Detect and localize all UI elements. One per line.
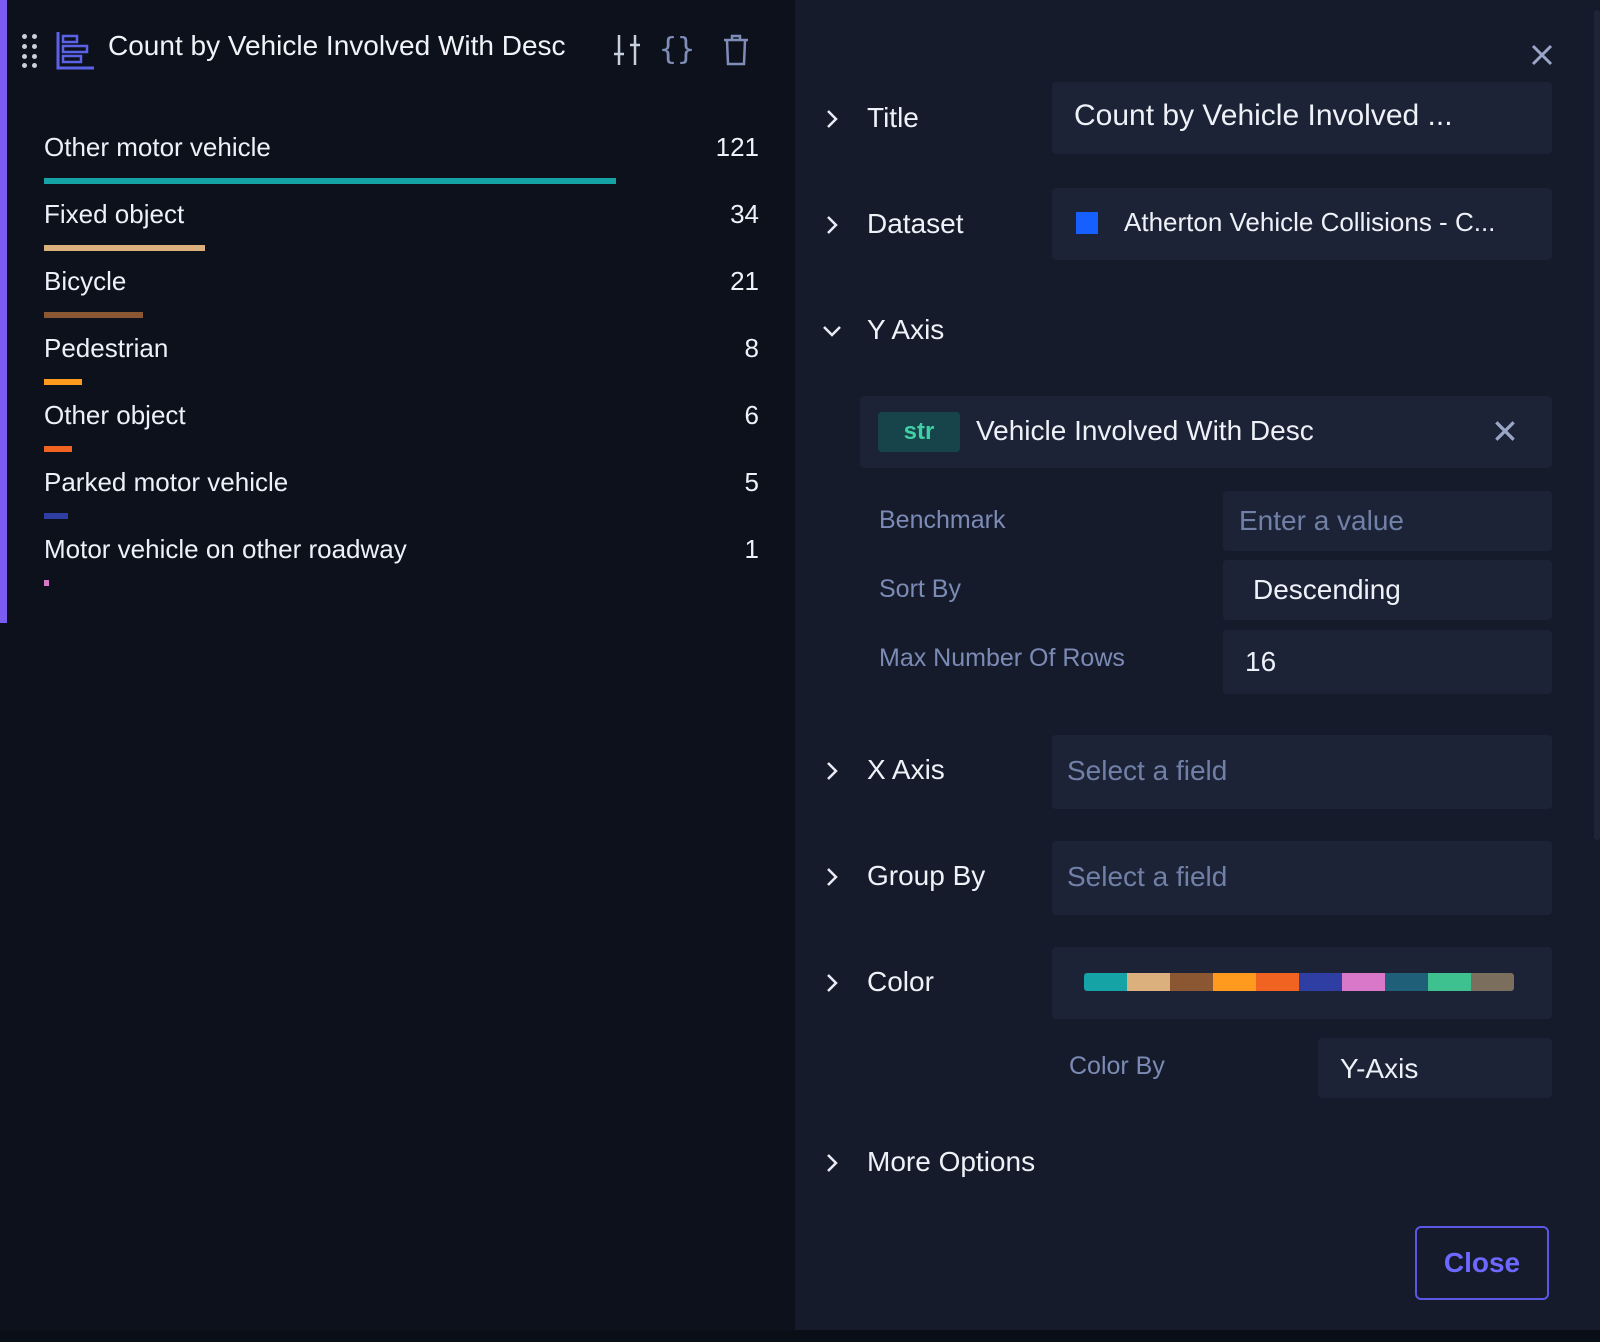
field-type-badge: str (878, 412, 960, 452)
benchmark-label: Benchmark (879, 506, 1006, 534)
group-by-section-label[interactable]: Group By (867, 860, 985, 892)
group-by-placeholder: Select a field (1067, 861, 1228, 892)
palette-swatch (1213, 973, 1256, 991)
trash-icon[interactable] (716, 30, 756, 70)
bar-mark[interactable] (44, 245, 205, 251)
bar-value-label: 6 (744, 400, 759, 430)
card-header: Count by Vehicle Involved With Desc {} (0, 0, 795, 100)
x-axis-section-label[interactable]: X Axis (867, 754, 945, 786)
panel-scrollbar[interactable] (1594, 10, 1600, 840)
bar-value-label: 8 (744, 333, 759, 363)
palette-swatch (1471, 973, 1514, 991)
bar-mark[interactable] (44, 580, 49, 586)
x-axis-select[interactable]: Select a field (1052, 735, 1552, 809)
palette-swatch (1170, 973, 1213, 991)
color-by-value: Y-Axis (1340, 1053, 1419, 1084)
color-by-label: Color By (1069, 1052, 1165, 1080)
dataset-select[interactable]: Atherton Vehicle Collisions - C... (1052, 188, 1552, 260)
bar-value-label: 34 (730, 199, 759, 229)
bar-row[interactable]: Parked motor vehicle 5 (44, 453, 759, 520)
drag-handle-icon[interactable] (20, 32, 40, 68)
y-axis-field-name: Vehicle Involved With Desc (976, 415, 1314, 446)
chevron-right-icon[interactable] (821, 972, 843, 994)
chevron-right-icon[interactable] (821, 760, 843, 782)
dataset-section-label[interactable]: Dataset (867, 208, 964, 240)
bar-row[interactable]: Motor vehicle on other roadway 1 (44, 520, 759, 587)
palette-swatch (1342, 973, 1385, 991)
bar-row[interactable]: Other object 6 (44, 386, 759, 453)
bar-category-label: Parked motor vehicle (44, 467, 289, 497)
sort-by-value: Descending (1253, 574, 1401, 605)
more-options-label[interactable]: More Options (867, 1146, 1035, 1178)
sliders-icon[interactable] (608, 30, 648, 70)
bar-category-label: Other object (44, 400, 186, 430)
bar-category-label: Other motor vehicle (44, 132, 271, 162)
bar-row[interactable]: Fixed object 34 (44, 185, 759, 252)
chevron-right-icon[interactable] (821, 108, 843, 130)
chevron-right-icon[interactable] (821, 214, 843, 236)
color-palette-strip (1084, 973, 1514, 991)
bar-category-label: Fixed object (44, 199, 185, 229)
benchmark-placeholder: Enter a value (1239, 505, 1404, 536)
bar-value-label: 1 (744, 534, 759, 564)
remove-field-icon[interactable] (1492, 418, 1520, 446)
palette-swatch (1428, 973, 1471, 991)
bar-value-label: 121 (715, 132, 759, 162)
max-rows-label: Max Number Of Rows (879, 644, 1125, 672)
bar-mark[interactable] (44, 513, 68, 519)
title-input-value: Count by Vehicle Involved ... (1074, 99, 1453, 132)
bar-row[interactable]: Bicycle 21 (44, 252, 759, 319)
chevron-right-icon[interactable] (821, 1152, 843, 1174)
x-axis-placeholder: Select a field (1067, 755, 1228, 786)
color-by-select[interactable]: Y-Axis (1318, 1038, 1552, 1098)
bar-row[interactable]: Other motor vehicle 121 (44, 118, 759, 185)
color-palette-select[interactable] (1052, 947, 1552, 1019)
palette-swatch (1084, 973, 1127, 991)
bar-value-label: 5 (744, 467, 759, 497)
bar-chart: Other motor vehicle 121 Fixed object 34 Bicy… (44, 118, 759, 587)
chevron-right-icon[interactable] (821, 866, 843, 888)
sort-by-select[interactable]: Descending (1223, 560, 1552, 620)
group-by-select[interactable]: Select a field (1052, 841, 1552, 915)
chart-card: Count by Vehicle Involved With Desc {} O… (0, 0, 795, 1342)
bottom-edge (0, 1330, 1600, 1342)
palette-swatch (1299, 973, 1342, 991)
bar-mark[interactable] (44, 379, 82, 385)
y-axis-field-chip[interactable]: str Vehicle Involved With Desc (860, 396, 1552, 468)
palette-swatch (1127, 973, 1170, 991)
settings-panel: Title Count by Vehicle Involved ... Data… (795, 0, 1600, 1342)
close-button[interactable]: Close (1415, 1226, 1549, 1300)
benchmark-input[interactable]: Enter a value (1223, 491, 1552, 551)
bar-mark[interactable] (44, 312, 143, 318)
palette-swatch (1256, 973, 1299, 991)
y-axis-section-label[interactable]: Y Axis (867, 314, 944, 346)
title-input[interactable]: Count by Vehicle Involved ... (1052, 82, 1552, 154)
bar-mark[interactable] (44, 446, 72, 452)
palette-swatch (1385, 973, 1428, 991)
bar-category-label: Pedestrian (44, 333, 169, 363)
dataset-color-swatch (1076, 212, 1098, 234)
bar-mark[interactable] (44, 178, 616, 184)
chevron-down-icon[interactable] (821, 320, 843, 342)
bar-category-label: Motor vehicle on other roadway (44, 534, 407, 564)
dataset-select-value: Atherton Vehicle Collisions - C... (1124, 207, 1496, 237)
braces-icon[interactable]: {} (657, 30, 697, 70)
panel-close-icon[interactable] (1525, 38, 1559, 72)
color-section-label[interactable]: Color (867, 966, 934, 998)
title-section-label[interactable]: Title (867, 102, 919, 134)
bar-value-label: 21 (730, 266, 759, 296)
sort-by-label: Sort By (879, 575, 961, 603)
bar-category-label: Bicycle (44, 266, 127, 296)
max-rows-input[interactable]: 16 (1223, 630, 1552, 694)
card-title: Count by Vehicle Involved With Desc (108, 30, 566, 61)
bar-chart-icon (56, 32, 94, 70)
max-rows-value: 16 (1245, 646, 1277, 677)
bar-row[interactable]: Pedestrian 8 (44, 319, 759, 386)
